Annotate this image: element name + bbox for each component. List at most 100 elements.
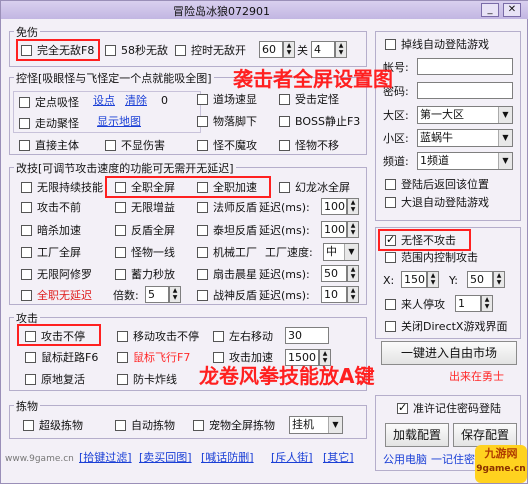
shubiao-label: 鼠标赶路F6 xyxy=(41,351,99,364)
diaoxian-checkbox[interactable] xyxy=(385,39,396,50)
fanwei-checkbox[interactable] xyxy=(385,252,396,263)
jizhu-checkbox[interactable] xyxy=(397,401,408,414)
show-map-link[interactable]: 显示地图 xyxy=(97,115,141,129)
lairen-input[interactable]: 1 xyxy=(455,295,481,312)
dingdian-label: 定点吸怪 xyxy=(35,96,79,109)
ctrl-wudi-checkbox[interactable] xyxy=(175,45,186,56)
yanchi1-input[interactable]: 100 xyxy=(321,198,347,215)
fangka-checkbox[interactable] xyxy=(117,374,128,385)
yanchi2-input[interactable]: 100 xyxy=(321,221,347,238)
chongwu-checkbox[interactable] xyxy=(193,420,204,431)
pindao-select[interactable]: 1频道 ▼ xyxy=(417,152,513,170)
jinru-shichang-button[interactable]: 一键进入自由市场 xyxy=(381,341,517,365)
yanchi1-spin[interactable]: ▲ ▼ xyxy=(347,198,359,215)
clear-link[interactable]: 清除 xyxy=(125,94,147,108)
chongwu-label: 宠物全屏拣物 xyxy=(209,419,275,432)
guaiwu-yixian-checkbox[interactable] xyxy=(115,247,126,258)
fashi-fanpan-checkbox[interactable] xyxy=(197,202,208,213)
yanchi3-spin[interactable]: ▲ ▼ xyxy=(347,265,359,282)
guanbi-dx-checkbox[interactable] xyxy=(385,321,396,332)
x-label: X: xyxy=(383,274,395,287)
gongji-buer-checkbox[interactable] xyxy=(21,202,32,213)
xuli-checkbox[interactable] xyxy=(115,269,126,280)
lairen-checkbox[interactable] xyxy=(385,299,396,310)
buguai-label: 怪不魔攻 xyxy=(213,139,257,152)
yuandi-checkbox[interactable] xyxy=(25,374,36,385)
x-spin[interactable]: ▲ ▼ xyxy=(427,271,439,288)
off-value-spin[interactable]: ▲ ▼ xyxy=(335,41,347,58)
wuxian-chixu-checkbox[interactable] xyxy=(21,182,32,193)
x-input[interactable]: 150 xyxy=(401,271,427,288)
shandian-checkbox[interactable] xyxy=(197,269,208,280)
wuxian-a-checkbox[interactable] xyxy=(21,269,32,280)
shubiao-checkbox[interactable] xyxy=(25,352,36,363)
beishu-spin[interactable]: ▲ ▼ xyxy=(169,286,181,303)
close-button[interactable]: ✕ xyxy=(503,3,521,17)
y-spin[interactable]: ▲ ▼ xyxy=(493,271,505,288)
yanchi4-input[interactable]: 10 xyxy=(321,286,347,303)
beishu-input[interactable]: 5 xyxy=(145,286,169,303)
minimize-button[interactable]: _ xyxy=(481,3,499,17)
link-shijian[interactable]: [拾键过滤] xyxy=(79,451,132,465)
account-input[interactable] xyxy=(417,58,513,75)
wuluo-checkbox[interactable] xyxy=(197,116,208,127)
qinlang-checkbox[interactable] xyxy=(197,225,208,236)
link-qita[interactable]: [其它] xyxy=(323,451,354,465)
anshaa-checkbox[interactable] xyxy=(21,225,32,236)
ctrl-wudi-label: 控时无敌开 xyxy=(191,44,246,57)
chaoji-checkbox[interactable] xyxy=(23,420,34,431)
datui-checkbox[interactable] xyxy=(385,197,396,208)
yidong-checkbox[interactable] xyxy=(117,331,128,342)
lairen-spin[interactable]: ▲ ▼ xyxy=(481,295,493,312)
wuxian-chixu-label: 无限持续技能 xyxy=(37,181,103,194)
boss-checkbox[interactable] xyxy=(279,116,290,127)
on-value-input[interactable]: 60 xyxy=(259,41,283,58)
wudi58-checkbox[interactable] xyxy=(105,45,116,56)
jianwu-mode-select[interactable]: 挂机 ▼ xyxy=(289,416,343,434)
wuxian-zengyi-checkbox[interactable] xyxy=(115,202,126,213)
fanpan-quan-checkbox[interactable] xyxy=(115,225,126,236)
daoju-checkbox[interactable] xyxy=(197,94,208,105)
zidong-checkbox[interactable] xyxy=(115,420,126,431)
yanchi3-input[interactable]: 50 xyxy=(321,265,347,282)
dingdian-checkbox[interactable] xyxy=(19,97,30,108)
y-input[interactable]: 50 xyxy=(467,271,493,288)
quanzhi-yanchi-checkbox[interactable] xyxy=(21,290,32,301)
gongchang-sudu-select[interactable]: 中 ▼ xyxy=(323,243,359,261)
off-value-input[interactable]: 4 xyxy=(311,41,335,58)
guanbi-dx-label: 关闭DirectX游戏界面 xyxy=(401,320,508,333)
zuoyou-checkbox[interactable] xyxy=(213,331,224,342)
diaoxian-label: 掉线自动登陆游戏 xyxy=(401,38,489,51)
xiaoqu-select[interactable]: 蓝蜗牛 ▼ xyxy=(417,129,513,147)
bu-shanghai-checkbox[interactable] xyxy=(105,140,116,151)
denglu-huiyuan-checkbox[interactable] xyxy=(385,179,396,190)
link-chiren[interactable]: [斥人街] xyxy=(271,451,313,465)
zuoyou-input[interactable]: 30 xyxy=(285,327,329,344)
zoudong-checkbox[interactable] xyxy=(19,118,30,129)
shouji-checkbox[interactable] xyxy=(279,94,290,105)
huanlong-checkbox[interactable] xyxy=(279,182,290,193)
yidong-label: 移动攻击不停 xyxy=(133,330,199,343)
load-config-button[interactable]: 加载配置 xyxy=(385,423,449,447)
yanchi2-spin[interactable]: ▲ ▼ xyxy=(347,221,359,238)
jixie-checkbox[interactable] xyxy=(197,247,208,258)
link-maimai[interactable]: [卖买回图] xyxy=(139,451,192,465)
zhanshen-checkbox[interactable] xyxy=(197,290,208,301)
buguai-checkbox[interactable] xyxy=(197,140,208,151)
link-hanhua[interactable]: [喊话防删] xyxy=(201,451,254,465)
shubiao-fei-checkbox[interactable] xyxy=(117,352,128,363)
daqu-select[interactable]: 第一大区 ▼ xyxy=(417,106,513,124)
gongji-buer-label: 攻击不前 xyxy=(37,201,81,214)
set-point-link[interactable]: 设点 xyxy=(93,94,115,108)
group-label: 免伤 xyxy=(14,24,40,40)
yanchi3-label: 延迟(ms): xyxy=(259,268,310,281)
password-input[interactable] xyxy=(417,82,513,99)
guaiwu-buyi-label: 怪物不移 xyxy=(295,139,339,152)
save-config-button[interactable]: 保存配置 xyxy=(453,423,517,447)
zhijie-checkbox[interactable] xyxy=(19,140,30,151)
guaiwu-buyi-checkbox[interactable] xyxy=(279,140,290,151)
wuluo-label: 物落脚下 xyxy=(213,115,257,128)
gongchang-checkbox[interactable] xyxy=(21,247,32,258)
yanchi4-spin[interactable]: ▲ ▼ xyxy=(347,286,359,303)
on-value-spin[interactable]: ▲ ▼ xyxy=(283,41,295,58)
